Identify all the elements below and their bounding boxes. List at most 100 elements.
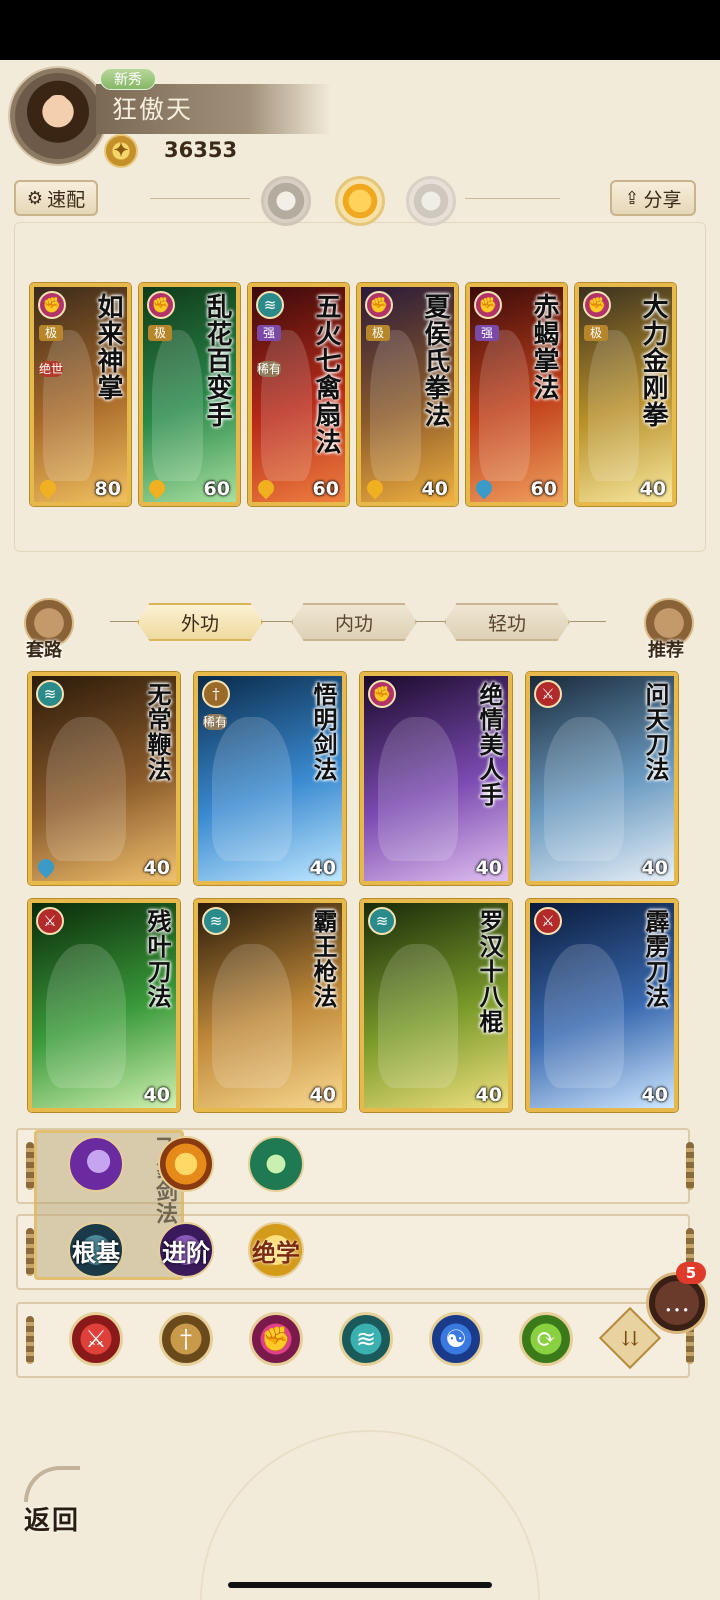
skill-card[interactable]: ✊ 极 乱花百变手 60	[139, 283, 240, 506]
tab-external[interactable]: 外功	[137, 603, 263, 641]
routines-button[interactable]: 套路	[26, 636, 62, 662]
skill-card[interactable]: ≋ 霸王枪法 40	[194, 899, 346, 1112]
advanced-orb-icon[interactable]: 进阶	[158, 1222, 214, 1278]
rank-badge: 新秀	[100, 68, 156, 90]
fan-type-icon: ≋	[256, 291, 284, 319]
tab-label: 内功	[334, 612, 373, 635]
moon-mode-icon[interactable]	[261, 176, 311, 226]
quality-tag: 绝世	[39, 361, 64, 377]
skill-title: 乱花百变手	[202, 293, 232, 428]
panel-rail-left	[26, 1316, 34, 1364]
skill-level: 40	[475, 1084, 502, 1106]
hero-figure	[378, 944, 458, 1088]
skill-level: 40	[641, 1084, 668, 1106]
share-button[interactable]: ⇪ 分享	[610, 180, 696, 216]
panel-rail-right	[686, 1142, 694, 1190]
sword-type-icon: †	[202, 680, 230, 708]
skill-level: 80	[94, 478, 121, 500]
ultimate-orb-icon[interactable]: 绝学	[248, 1222, 304, 1278]
skill-card[interactable]: ✊ 绝情美人手 40	[360, 672, 512, 885]
skill-level: 40	[143, 857, 170, 879]
blade-type-icon: ⚔	[534, 907, 562, 935]
skill-level: 60	[203, 478, 230, 500]
fist-type-icon: ✊	[365, 291, 393, 319]
fan-type-icon[interactable]: ≋	[339, 1312, 393, 1366]
tab-divider	[416, 621, 446, 622]
tab-divider	[110, 621, 140, 622]
skill-card[interactable]: ≋ 无常鞭法 40	[28, 672, 180, 885]
hero-figure	[212, 717, 292, 861]
tab-lightness[interactable]: 轻功	[444, 603, 570, 641]
skill-title: 夏侯氏拳法	[420, 293, 450, 428]
skill-card[interactable]: ✊ 极绝世 如来神掌 80	[30, 283, 131, 506]
hero-figure	[261, 330, 313, 481]
back-button[interactable]: 返回	[24, 1500, 80, 1537]
tier-label: 绝学	[252, 1237, 300, 1267]
skill-card[interactable]: ≋ 强稀有 五火七禽扇法 60	[248, 283, 349, 506]
panel-rail-left	[26, 1142, 34, 1190]
blade-type-icon[interactable]: ⚔	[69, 1312, 123, 1366]
skill-title: 罗汉十八棍	[475, 909, 504, 1034]
hero-figure	[212, 944, 292, 1088]
fist-type-icon[interactable]: ✊	[249, 1312, 303, 1366]
power-value: 36353	[164, 138, 238, 162]
fist-type-icon: ✊	[368, 680, 396, 708]
tab-internal[interactable]: 内功	[291, 603, 417, 641]
sun-orb-icon[interactable]	[158, 1136, 214, 1192]
tier-label: 进阶	[162, 1237, 210, 1267]
skill-card[interactable]: ≋ 罗汉十八棍 40	[360, 899, 512, 1112]
skill-card[interactable]: † 稀有 悟明剑法 40	[194, 672, 346, 885]
tab-label: 外功	[180, 612, 219, 635]
moon-orb-icon[interactable]	[68, 1136, 124, 1192]
fist-type-icon: ✊	[38, 291, 66, 319]
player-avatar[interactable]	[10, 68, 106, 164]
quality-tag: 稀有	[257, 361, 282, 377]
recommend-button[interactable]: 推荐	[648, 636, 684, 662]
skill-card[interactable]: ⚔ 霹雳刀法 40	[526, 899, 678, 1112]
root-orb-icon[interactable]: 根基	[68, 1222, 124, 1278]
skill-card[interactable]: ⚔ 问天刀法 40	[526, 672, 678, 885]
skill-title: 绝情美人手	[475, 682, 504, 807]
skill-level: 40	[475, 857, 502, 879]
staff-type-icon[interactable]: ⟳	[519, 1312, 573, 1366]
hero-figure	[46, 944, 126, 1088]
tab-divider	[262, 621, 292, 622]
back-arrow-icon[interactable]	[24, 1466, 80, 1502]
skill-title: 悟明剑法	[309, 682, 338, 782]
quick-equip-label: 速配	[47, 188, 86, 211]
tier-label: 根基	[72, 1237, 120, 1267]
power-medal-icon: ✦	[104, 134, 138, 168]
skill-level: 40	[309, 857, 336, 879]
skill-card[interactable]: ⚔ 残叶刀法 40	[28, 899, 180, 1112]
yinyang-type-icon[interactable]: ☯	[429, 1312, 483, 1366]
quality-tag: 极	[584, 325, 608, 341]
hero-figure	[544, 717, 624, 861]
quality-tag: 极	[39, 325, 63, 341]
sword-type-icon[interactable]: †	[159, 1312, 213, 1366]
status-bar	[0, 0, 720, 60]
quality-tag: 强	[475, 325, 499, 341]
skill-title: 五火七禽扇法	[311, 293, 341, 455]
share-label: 分享	[643, 188, 682, 211]
fan-type-icon: ≋	[36, 680, 64, 708]
green-orb-icon[interactable]	[248, 1136, 304, 1192]
hero-figure	[152, 330, 204, 481]
gear-icon: ⚙	[26, 187, 44, 209]
quality-tag: 强	[257, 325, 281, 341]
skill-card[interactable]: ✊ 强 赤蝎掌法 60	[466, 283, 567, 506]
skill-level: 40	[639, 478, 666, 500]
skill-title: 赤蝎掌法	[529, 293, 559, 401]
skill-level: 40	[309, 1084, 336, 1106]
quality-tag: 极	[366, 325, 390, 341]
quick-equip-button[interactable]: ⚙ 速配	[14, 180, 98, 216]
player-name: 狂傲天	[112, 95, 194, 124]
divider-left	[150, 198, 250, 199]
sun-mode-icon[interactable]	[335, 176, 385, 226]
background-ornament	[200, 1430, 540, 1600]
ring-mode-icon[interactable]	[406, 176, 456, 226]
skill-title: 残叶刀法	[143, 909, 172, 1009]
skill-card[interactable]: ✊ 极 大力金刚拳 40	[575, 283, 676, 506]
avatar-face	[47, 95, 69, 125]
skill-card[interactable]: ✊ 极 夏侯氏拳法 40	[357, 283, 458, 506]
hero-figure	[588, 330, 640, 481]
